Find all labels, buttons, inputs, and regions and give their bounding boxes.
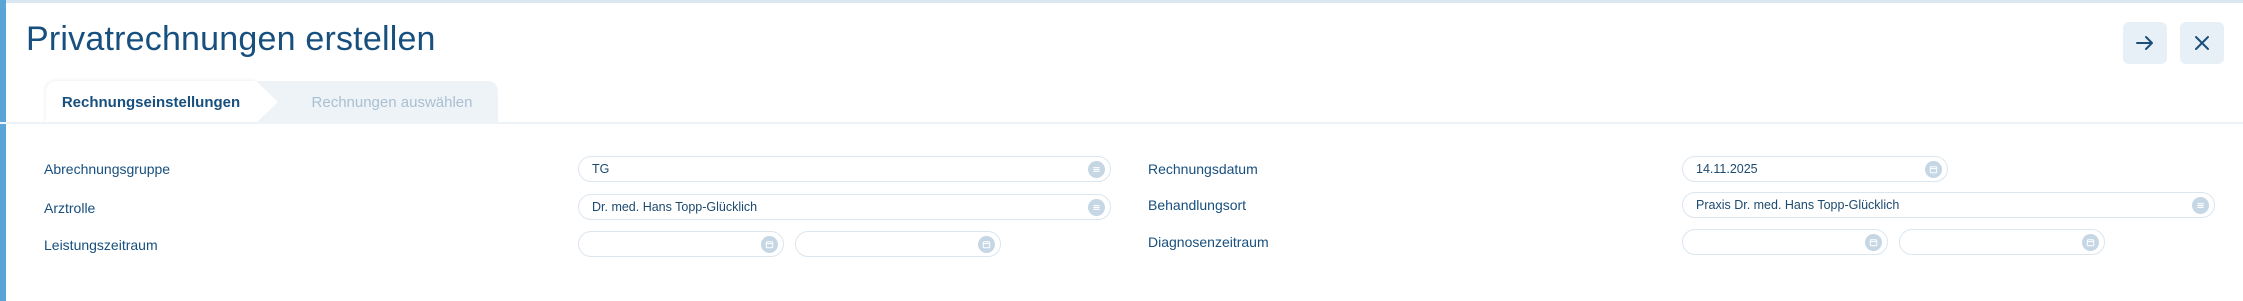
arztrolle-label: Arztrolle xyxy=(44,200,96,216)
leistungszeitraum-label: Leistungszeitraum xyxy=(44,237,158,253)
diagnosenzeitraum-label: Diagnosenzeitraum xyxy=(1148,234,1269,250)
diagnosenzeitraum-to-field[interactable] xyxy=(1899,229,2105,255)
tab-divider xyxy=(0,122,2243,124)
calendar-icon[interactable] xyxy=(761,235,778,253)
tab-rechnungseinstellungen[interactable]: Rechnungseinstellungen xyxy=(46,81,256,123)
left-accent-bar xyxy=(0,0,6,301)
close-button[interactable] xyxy=(2180,22,2224,64)
arztrolle-select[interactable]: Dr. med. Hans Topp-Glücklich xyxy=(578,194,1111,220)
close-icon xyxy=(2195,36,2209,50)
abrechnungsgruppe-label: Abrechnungsgruppe xyxy=(44,161,171,177)
abrechnungsgruppe-value: TG xyxy=(592,162,610,176)
behandlungsort-label: Behandlungsort xyxy=(1148,197,1247,213)
page-title: Privatrechnungen erstellen xyxy=(26,20,436,58)
diagnosenzeitraum-from-field[interactable] xyxy=(1682,229,1888,255)
list-icon[interactable] xyxy=(1088,160,1105,178)
behandlungsort-value: Praxis Dr. med. Hans Topp-Glücklich xyxy=(1696,198,1900,212)
list-icon[interactable] xyxy=(2192,196,2209,214)
top-border xyxy=(0,0,2243,3)
calendar-icon[interactable] xyxy=(978,235,995,253)
list-icon[interactable] xyxy=(1088,198,1105,216)
leistungszeitraum-to-field[interactable] xyxy=(795,231,1001,257)
next-button[interactable] xyxy=(2123,22,2167,64)
rechnungsdatum-label: Rechnungsdatum xyxy=(1148,161,1258,177)
rechnungsdatum-value: 14.11.2025 xyxy=(1696,162,1758,176)
tab-step-arrow xyxy=(256,81,278,123)
rechnungsdatum-field[interactable]: 14.11.2025 xyxy=(1682,156,1948,182)
arrow-right-icon xyxy=(2136,36,2153,50)
calendar-icon[interactable] xyxy=(1925,160,1942,178)
arztrolle-value: Dr. med. Hans Topp-Glücklich xyxy=(592,200,758,214)
tab-rechnungen-auswaehlen[interactable]: Rechnungen auswählen xyxy=(302,81,482,123)
behandlungsort-select[interactable]: Praxis Dr. med. Hans Topp-Glücklich xyxy=(1682,192,2215,218)
calendar-icon[interactable] xyxy=(1865,233,1882,251)
calendar-icon[interactable] xyxy=(2082,233,2099,251)
leistungszeitraum-from-field[interactable] xyxy=(578,231,784,257)
abrechnungsgruppe-select[interactable]: TG xyxy=(578,156,1111,182)
